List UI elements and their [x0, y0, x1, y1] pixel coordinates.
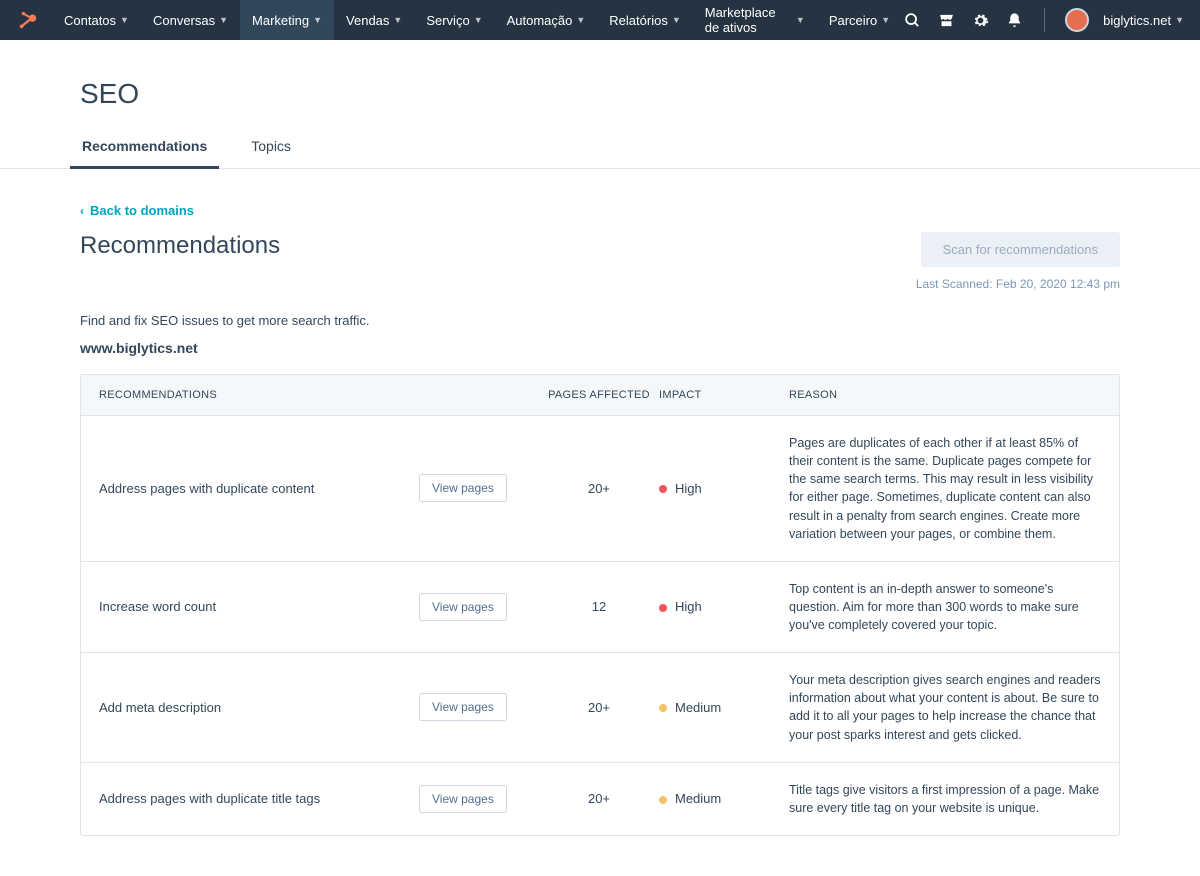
view-pages-button[interactable]: View pages: [419, 593, 507, 621]
nav-item-label: Marketing: [252, 13, 309, 28]
view-pages-button[interactable]: View pages: [419, 785, 507, 813]
nav-item-vendas[interactable]: Vendas ▼: [334, 0, 414, 40]
chevron-down-icon: ▼: [672, 15, 681, 25]
impact-cell: High: [659, 481, 789, 496]
reason-text: Title tags give visitors a first impress…: [789, 781, 1101, 817]
nav-item-automação[interactable]: Automação▼: [495, 0, 598, 40]
impact-label: Medium: [675, 700, 721, 715]
impact-label: Medium: [675, 791, 721, 806]
settings-gear-icon[interactable]: [970, 10, 990, 30]
nav-item-parceiro[interactable]: Parceiro ▼: [817, 0, 902, 40]
table-row: Address pages with duplicate contentView…: [81, 415, 1119, 561]
chevron-down-icon: ▼: [1175, 15, 1184, 25]
chevron-down-icon: ▼: [796, 15, 805, 25]
nav-item-label: Automação: [507, 13, 573, 28]
chevron-down-icon: ▼: [219, 15, 228, 25]
chevron-down-icon: ▼: [313, 15, 322, 25]
reason-text: Top content is an in-depth answer to som…: [789, 580, 1101, 634]
recommendation-name: Address pages with duplicate content: [99, 481, 419, 496]
nav-item-label: Marketplace de ativos: [705, 5, 792, 35]
nav-item-serviço[interactable]: Serviço ▼: [414, 0, 494, 40]
last-scanned-label: Last Scanned:: [916, 277, 993, 291]
impact-cell: Medium: [659, 700, 789, 715]
nav-item-label: Serviço: [426, 13, 469, 28]
table-row: Address pages with duplicate title tagsV…: [81, 762, 1119, 835]
nav-divider: [1044, 8, 1045, 32]
search-icon[interactable]: [902, 10, 922, 30]
heading-row: Recommendations Scan for recommendations…: [80, 232, 1120, 291]
last-scanned-value: Feb 20, 2020 12:43 pm: [996, 277, 1120, 291]
nav-item-relatórios[interactable]: Relatórios ▼: [597, 0, 692, 40]
domain-name: www.biglytics.net: [80, 340, 1120, 356]
marketplace-icon[interactable]: [936, 10, 956, 30]
nav-item-marketplace-de-ativos[interactable]: Marketplace de ativos ▼: [693, 0, 817, 40]
page-content: SEO Recommendations Topics ‹ Back to doma…: [80, 40, 1120, 876]
table-row: Increase word countView pages 12 High Top c…: [81, 561, 1119, 652]
back-link-label: Back to domains: [90, 203, 194, 218]
table-header: RECOMMENDATIONS PAGES AFFECTED IMPACT RE…: [81, 375, 1119, 415]
impact-dot-icon: [659, 485, 667, 493]
notifications-bell-icon[interactable]: [1004, 10, 1024, 30]
nav-item-label: Vendas: [346, 13, 389, 28]
nav-items: Contatos▼Conversas▼Marketing▼Vendas▼Serv…: [52, 0, 902, 40]
tabs: Recommendations Topics: [80, 128, 1120, 169]
last-scanned: Last Scanned: Feb 20, 2020 12:43 pm: [916, 277, 1120, 291]
nav-item-label: Parceiro: [829, 13, 877, 28]
reason-text: Pages are duplicates of each other if at…: [789, 434, 1101, 543]
scan-recommendations-button[interactable]: Scan for recommendations: [921, 232, 1120, 267]
header-spacer: [419, 389, 539, 401]
header-impact: IMPACT: [659, 389, 789, 401]
hubspot-logo-icon[interactable]: [16, 8, 40, 32]
impact-dot-icon: [659, 704, 667, 712]
nav-item-conversas[interactable]: Conversas ▼: [141, 0, 240, 40]
chevron-down-icon: ▼: [576, 15, 585, 25]
nav-item-label: Relatórios: [609, 13, 668, 28]
avatar[interactable]: [1065, 8, 1089, 32]
impact-label: High: [675, 599, 702, 614]
pages-affected-value: 20+: [539, 700, 659, 715]
chevron-down-icon: ▼: [881, 15, 890, 25]
header-reason: REASON: [789, 389, 1101, 401]
view-pages-cell: View pages: [419, 693, 539, 721]
impact-dot-icon: [659, 796, 667, 804]
account-menu[interactable]: biglytics.net ▼: [1103, 13, 1184, 28]
recommendation-name: Address pages with duplicate title tags: [99, 791, 419, 806]
impact-cell: Medium: [659, 791, 789, 806]
recommendations-table: RECOMMENDATIONS PAGES AFFECTED IMPACT RE…: [80, 374, 1120, 836]
page-description: Find and fix SEO issues to get more sear…: [80, 313, 1120, 328]
impact-dot-icon: [659, 604, 667, 612]
impact-cell: High: [659, 599, 789, 614]
nav-item-label: Contatos: [64, 13, 116, 28]
top-nav: Contatos▼Conversas▼Marketing▼Vendas▼Serv…: [0, 0, 1200, 40]
chevron-down-icon: ▼: [393, 15, 402, 25]
nav-item-marketing[interactable]: Marketing ▼: [240, 0, 334, 40]
impact-label: High: [675, 481, 702, 496]
view-pages-cell: View pages: [419, 474, 539, 502]
account-name: biglytics.net: [1103, 13, 1171, 28]
chevron-down-icon: ▼: [120, 15, 129, 25]
reason-text: Your meta description gives search engin…: [789, 671, 1101, 744]
view-pages-cell: View pages: [419, 785, 539, 813]
chevron-left-icon: ‹: [80, 204, 84, 218]
tab-recommendations[interactable]: Recommendations: [80, 128, 209, 168]
chevron-down-icon: ▼: [474, 15, 483, 25]
view-pages-button[interactable]: View pages: [419, 474, 507, 502]
recommendation-name: Add meta description: [99, 700, 419, 715]
pages-affected-value: 20+: [539, 791, 659, 806]
view-pages-button[interactable]: View pages: [419, 693, 507, 721]
header-pages-affected: PAGES AFFECTED: [539, 389, 659, 401]
pages-affected-value: 12: [539, 599, 659, 614]
nav-right: biglytics.net ▼: [902, 8, 1184, 32]
page-title: SEO: [80, 40, 1120, 128]
nav-item-label: Conversas: [153, 13, 215, 28]
recommendations-heading: Recommendations: [80, 232, 280, 260]
nav-item-contatos[interactable]: Contatos ▼: [52, 0, 141, 40]
recommendation-name: Increase word count: [99, 599, 419, 614]
view-pages-cell: View pages: [419, 593, 539, 621]
header-recommendations: RECOMMENDATIONS: [99, 389, 419, 401]
back-to-domains-link[interactable]: ‹ Back to domains: [80, 203, 1120, 218]
pages-affected-value: 20+: [539, 481, 659, 496]
table-row: Add meta descriptionView pages 20+ Medium Y…: [81, 652, 1119, 762]
tab-topics[interactable]: Topics: [249, 128, 293, 168]
